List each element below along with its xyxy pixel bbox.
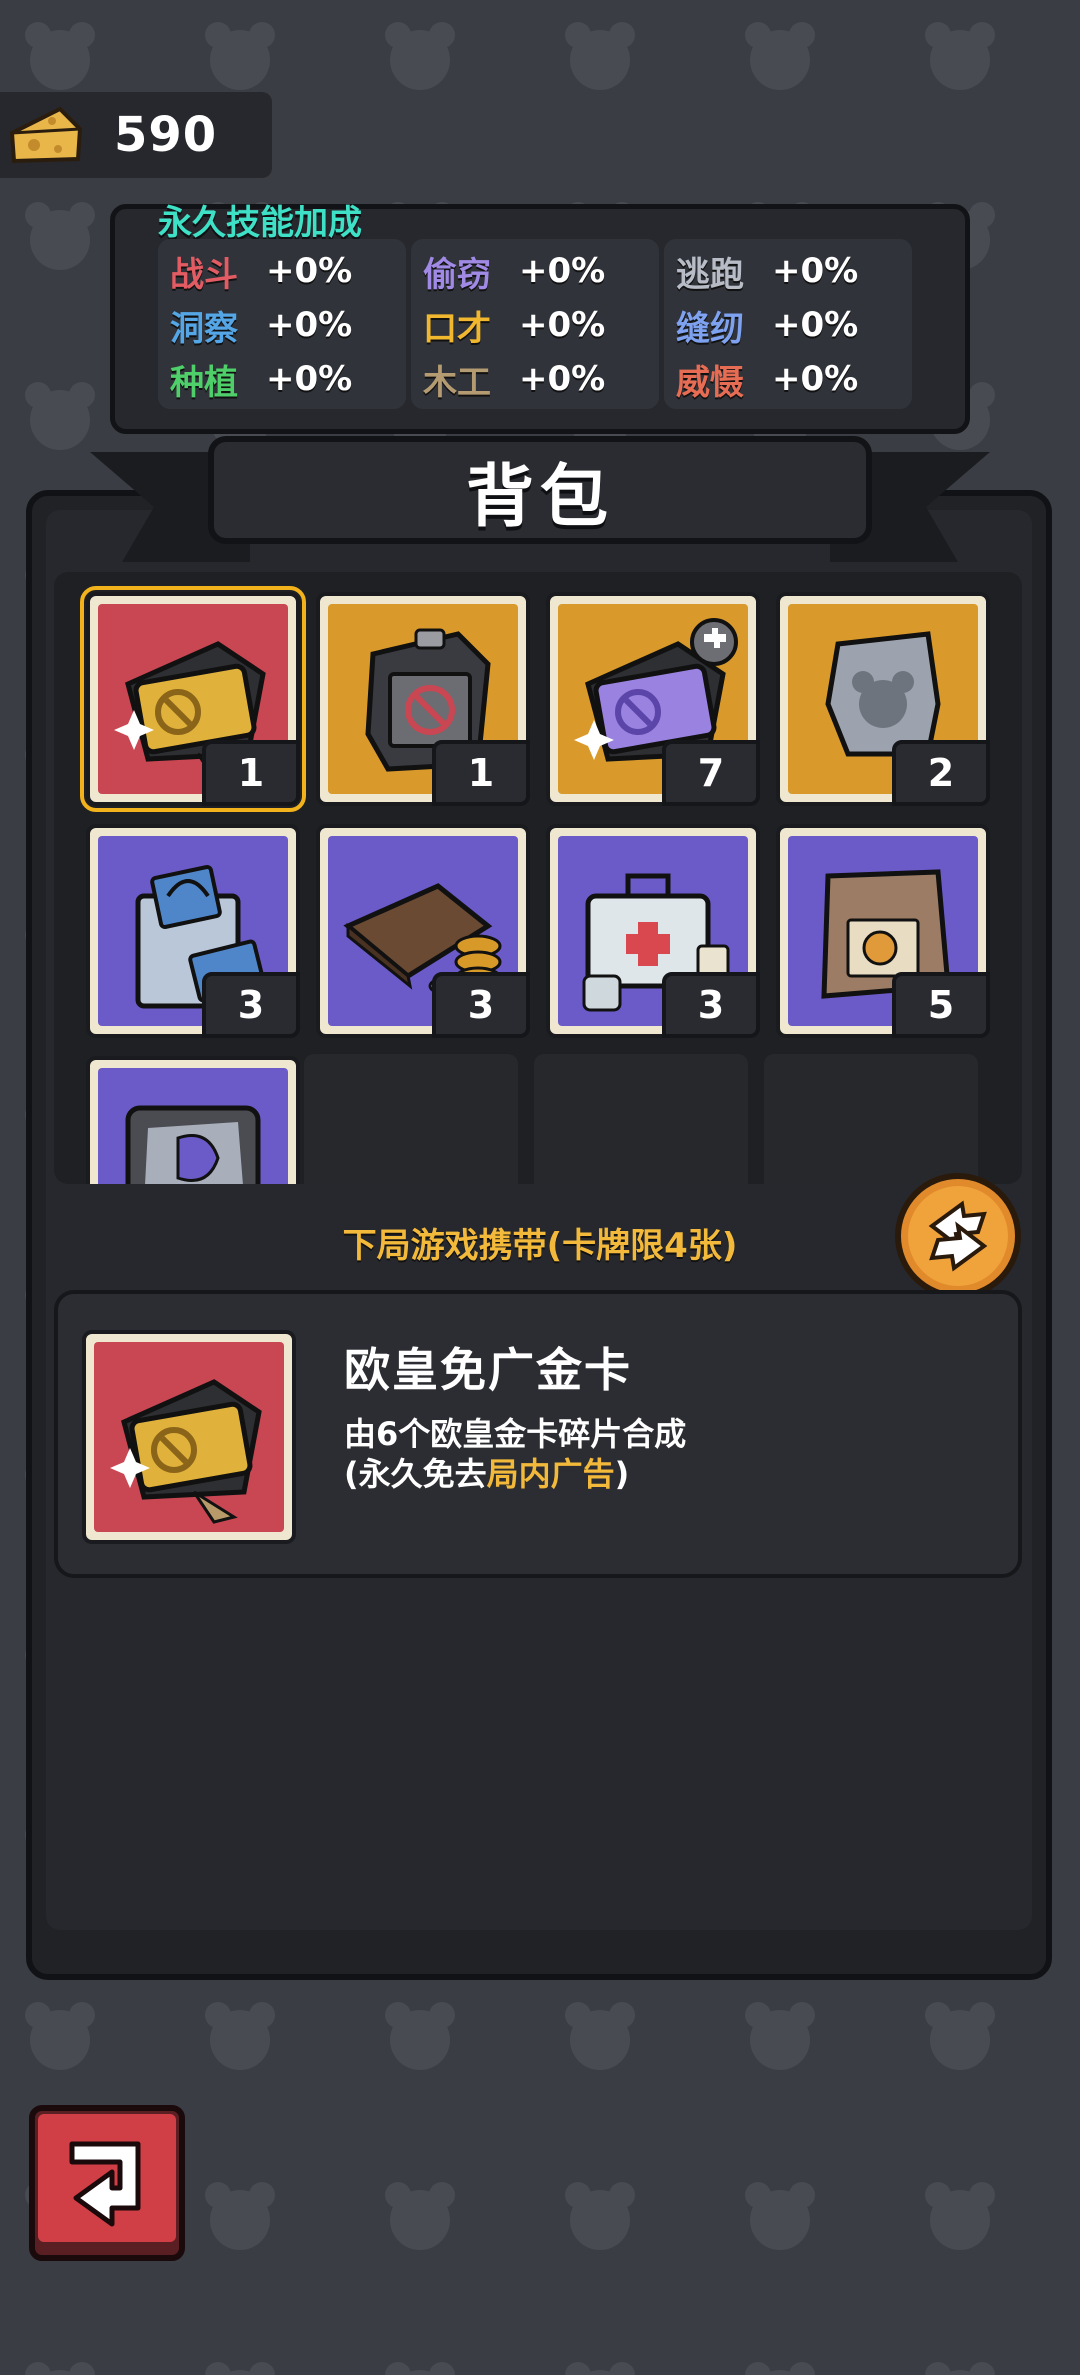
skill-row: 口才 +0% [423, 299, 647, 351]
skill-row: 种植 +0% [170, 353, 394, 405]
empty-slot [304, 1054, 518, 1184]
skills-column-2: 偷窃 +0% 口才 +0% 木工 +0% [411, 239, 659, 409]
detail-desc-line1: 由6个欧皇金卡碎片合成 [344, 1415, 687, 1453]
currency-display: 590 [0, 92, 272, 178]
cheese-icon [9, 106, 83, 164]
detail-item-name: 欧皇免广金卡 [344, 1343, 632, 1397]
skill-value: +0% [519, 359, 606, 399]
gold-card-icon [110, 1379, 262, 1524]
backpack-title-plate: 背包 [208, 436, 872, 544]
inventory-item-card-fragment[interactable]: 7 [546, 592, 760, 806]
detail-item-card [82, 1330, 296, 1544]
skill-value: +0% [772, 359, 859, 399]
skill-value: +0% [772, 251, 859, 291]
backpack-title: 背包 [465, 457, 614, 537]
item-detail-panel: 欧皇免广金卡 由6个欧皇金卡碎片合成 (永久免去局内广告) [54, 1290, 1022, 1578]
cheese-pouch-icon [125, 1105, 261, 1184]
skills-column-1: 战斗 +0% 洞察 +0% 种植 +0% [158, 239, 406, 409]
skills-title: 永久技能加成 [158, 203, 362, 243]
skills-column-3: 逃跑 +0% 缝纫 +0% 威慑 +0% [664, 239, 912, 409]
inventory-item-paper-bag[interactable]: 5 [776, 824, 990, 1038]
item-count: 1 [202, 740, 300, 806]
skill-row: 偷窃 +0% [423, 245, 647, 297]
skill-row: 逃跑 +0% [676, 245, 900, 297]
inventory-item-cheese-pouch[interactable] [86, 1056, 300, 1184]
item-count: 3 [432, 972, 530, 1038]
skill-name: 种植 [170, 362, 238, 403]
item-count: 7 [662, 740, 760, 806]
inventory-item-first-aid[interactable]: 3 [546, 824, 760, 1038]
item-count: 3 [662, 972, 760, 1038]
skill-name: 缝纫 [676, 308, 744, 349]
skill-row: 威慑 +0% [676, 353, 900, 405]
skill-value: +0% [519, 305, 606, 345]
skill-value: +0% [772, 305, 859, 345]
skill-row: 洞察 +0% [170, 299, 394, 351]
currency-value: 590 [114, 107, 218, 163]
detail-item-description: 由6个欧皇金卡碎片合成 (永久免去局内广告) [344, 1414, 686, 1494]
inventory-item-money-bag[interactable]: 3 [86, 824, 300, 1038]
card-face [98, 1068, 288, 1184]
detail-desc-suffix: ) [614, 1455, 630, 1493]
skill-name: 木工 [423, 362, 491, 403]
inventory-item-wallet[interactable]: 3 [316, 824, 530, 1038]
item-count: 2 [892, 740, 990, 806]
skill-name: 口才 [423, 308, 491, 349]
skill-row: 木工 +0% [423, 353, 647, 405]
skill-name: 战斗 [170, 254, 238, 295]
item-count: 1 [432, 740, 530, 806]
skill-row: 缝纫 +0% [676, 299, 900, 351]
skill-name: 偷窃 [423, 254, 491, 295]
detail-desc-prefix: (永久免去 [344, 1455, 487, 1493]
skill-value: +0% [519, 251, 606, 291]
permanent-skills-panel: 永久技能加成 战斗 +0% 洞察 +0% 种植 +0% 偷窃 +0% 口才 +0% 木工 +… [110, 203, 970, 434]
empty-slot [764, 1054, 978, 1184]
skill-value: +0% [266, 359, 353, 399]
item-count: 5 [892, 972, 990, 1038]
skill-name: 逃跑 [676, 254, 744, 295]
inventory-item-gold-card[interactable]: 1 [80, 586, 306, 812]
inventory-grid[interactable]: 1 1 7 2 3 3 3 5 [54, 572, 1022, 1184]
inventory-item-mouse-tag[interactable]: 2 [776, 592, 990, 806]
skill-value: +0% [266, 305, 353, 345]
swap-button[interactable] [892, 1170, 1024, 1302]
back-button[interactable] [28, 2104, 186, 2262]
skill-value: +0% [266, 251, 353, 291]
inventory-item-no-ads-box[interactable]: 1 [316, 592, 530, 806]
skill-name: 洞察 [170, 308, 238, 349]
detail-desc-highlight: 局内广告 [486, 1455, 615, 1493]
item-count: 3 [202, 972, 300, 1038]
card-face [94, 1342, 284, 1532]
detail-desc-line2: (永久免去局内广告) [344, 1454, 686, 1494]
skill-row: 战斗 +0% [170, 245, 394, 297]
empty-slot [534, 1054, 748, 1184]
skill-name: 威慑 [676, 362, 744, 403]
